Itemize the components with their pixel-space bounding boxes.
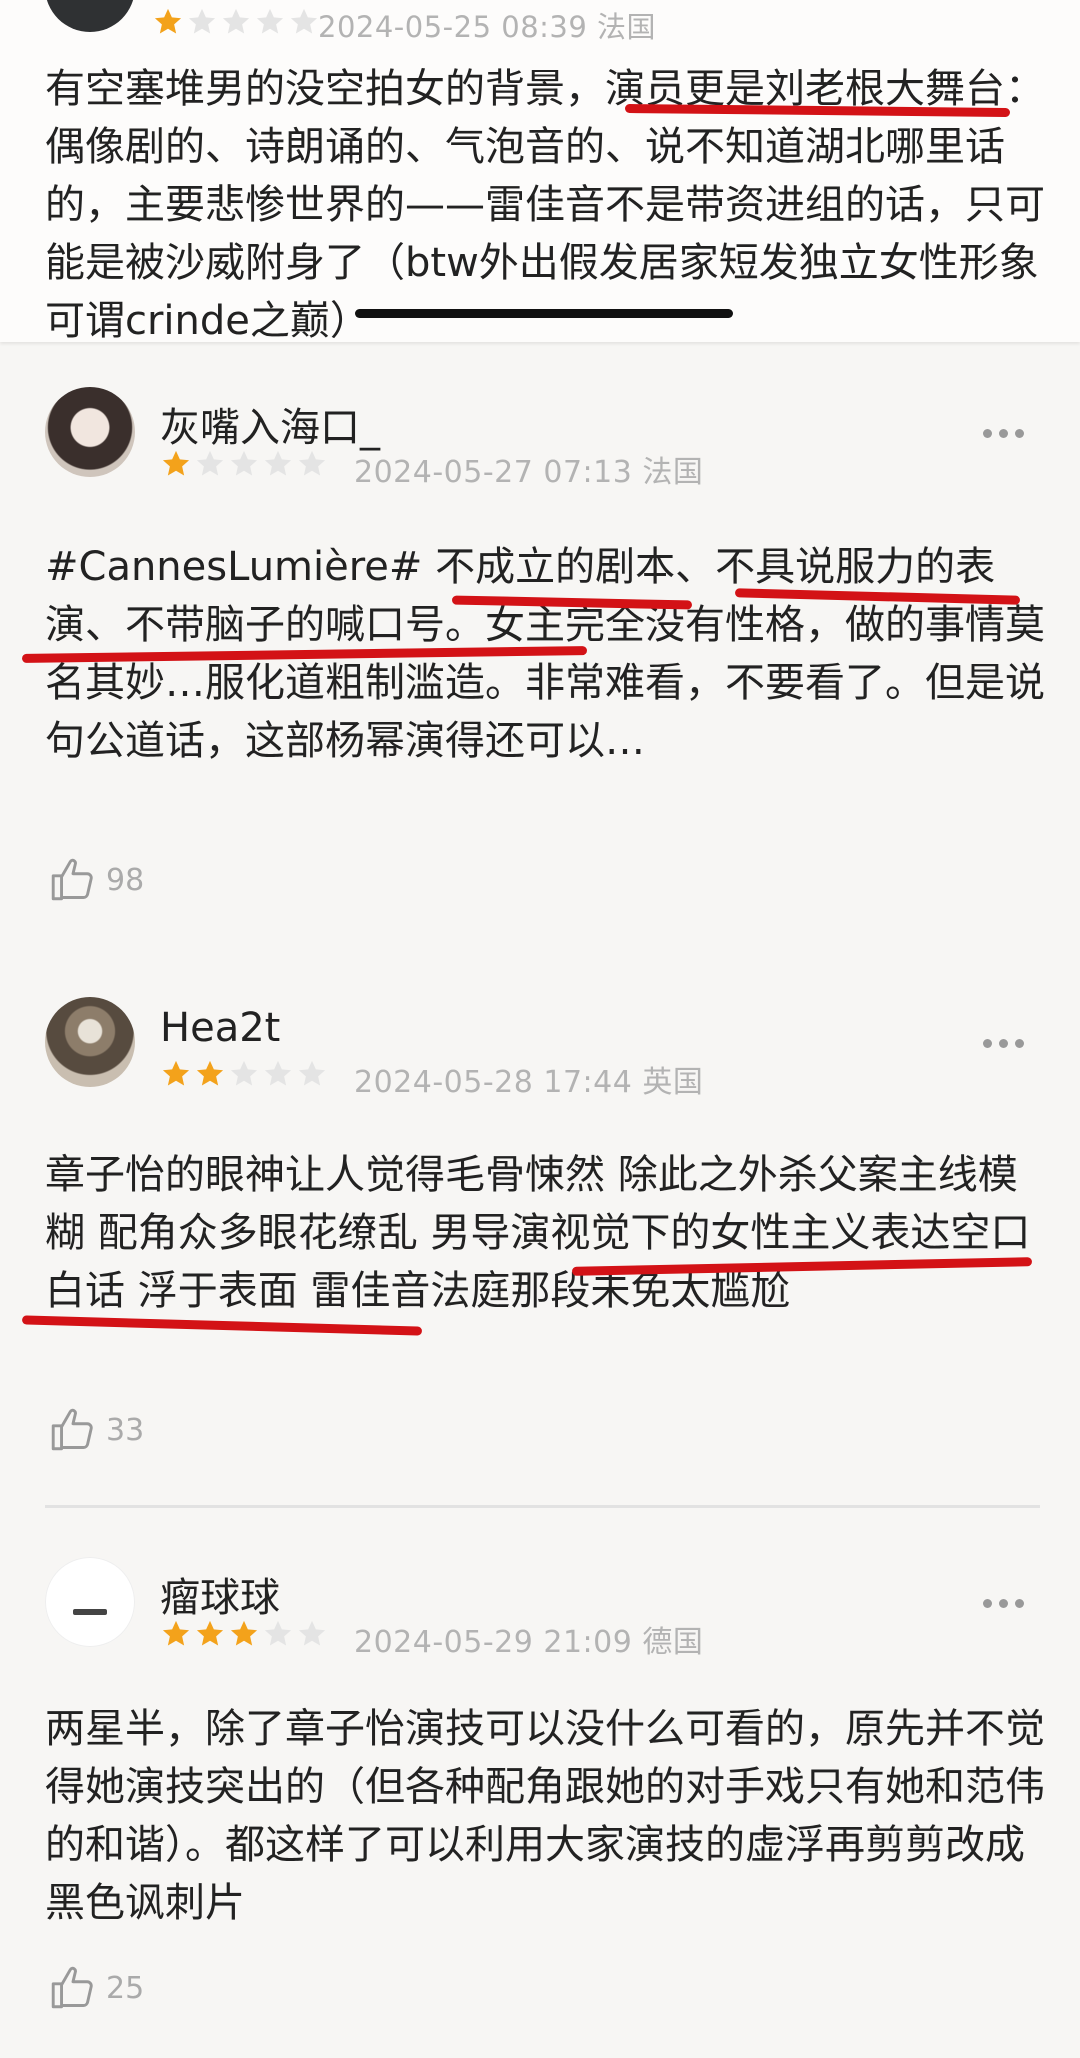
review-date: 2024-05-28 17:44 英国 <box>354 1065 704 1100</box>
like-count: 33 <box>106 1412 145 1448</box>
divider <box>45 1505 1040 1508</box>
more-dots-icon[interactable] <box>983 429 1024 438</box>
star-empty-icon <box>222 8 250 34</box>
thumbs-up-icon <box>51 858 93 901</box>
avatar[interactable] <box>45 387 135 477</box>
star-filled-icon <box>196 1060 224 1086</box>
like-count: 98 <box>106 862 145 898</box>
username[interactable]: 瘤球球 <box>160 1565 280 1623</box>
star-filled-icon <box>162 450 190 476</box>
review-text: 章子怡的眼神让人觉得毛骨悚然 除此之外杀父案主线模糊 配角众多眼花缭乱 男导演视… <box>45 1152 1031 1314</box>
rating-stars <box>160 448 328 480</box>
review-date: 2024-05-29 21:09 德国 <box>354 1625 704 1660</box>
star-empty-icon <box>188 8 216 34</box>
star-empty-icon <box>230 1060 258 1086</box>
review-card-0: 2024-05-25 08:39 法国 有空塞堆男的没空拍女的背景，演员更是刘老… <box>0 0 1080 342</box>
rating-stars <box>160 1058 328 1090</box>
star-filled-icon <box>162 1620 190 1646</box>
like-button[interactable]: 33 <box>48 1405 144 1455</box>
star-empty-icon <box>298 1060 326 1086</box>
username[interactable]: Hea2t <box>160 1005 280 1051</box>
like-button[interactable]: 98 <box>48 855 144 905</box>
more-dots-icon[interactable] <box>983 1039 1024 1048</box>
more-dots-icon[interactable] <box>983 1599 1024 1608</box>
thumbs-up-icon <box>51 1408 93 1451</box>
star-empty-icon <box>264 1060 292 1086</box>
star-empty-icon <box>298 450 326 476</box>
review-date: 2024-05-27 07:13 法国 <box>354 455 704 490</box>
avatar-figure <box>73 1609 107 1615</box>
star-filled-icon <box>154 8 182 34</box>
review-text: 两星半，除了章子怡演技可以没什么可看的，原先并不觉得她演技突出的（但各种配角跟她… <box>45 1706 1045 1926</box>
avatar[interactable] <box>45 0 135 32</box>
star-empty-icon <box>230 450 258 476</box>
star-empty-icon <box>196 450 224 476</box>
star-filled-icon <box>162 1060 190 1086</box>
avatar[interactable] <box>45 997 135 1087</box>
rating-stars <box>160 1618 328 1650</box>
avatar[interactable] <box>45 1557 135 1647</box>
rating-stars <box>152 6 320 38</box>
star-empty-icon <box>290 8 318 34</box>
star-empty-icon <box>264 1620 292 1646</box>
star-empty-icon <box>298 1620 326 1646</box>
review-date: 2024-05-25 08:39 法国 <box>318 10 657 44</box>
star-empty-icon <box>256 8 284 34</box>
username[interactable]: 灰嘴入海口_ <box>160 395 380 453</box>
like-button[interactable]: 25 <box>48 1963 144 2013</box>
highlight-underline <box>355 309 733 318</box>
star-empty-icon <box>264 450 292 476</box>
thumbs-up-icon <box>51 1966 93 2009</box>
star-filled-icon <box>196 1620 224 1646</box>
like-count: 25 <box>106 1970 145 2006</box>
star-filled-icon <box>230 1620 258 1646</box>
review-text: 有空塞堆男的没空拍女的背景，演员更是刘老根大舞台：偶像剧的、诗朗诵的、气泡音的、… <box>45 66 1045 342</box>
